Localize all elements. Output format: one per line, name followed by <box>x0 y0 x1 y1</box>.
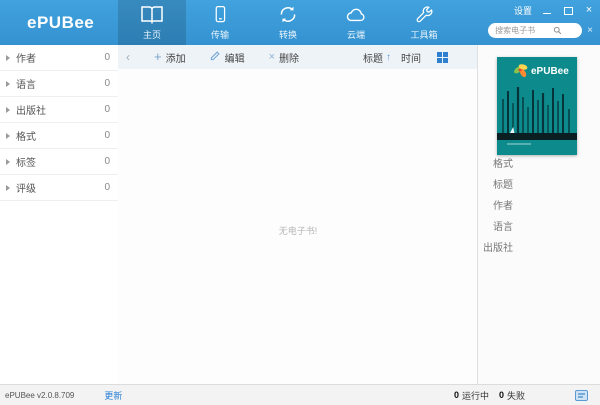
search-clear-icon[interactable]: × <box>587 25 593 36</box>
field-label-author: 作者 <box>493 201 513 212</box>
empty-library-message: 无电子书! <box>278 226 318 236</box>
failed-count: 0 <box>498 390 504 400</box>
cover-title-text: ePUBee <box>531 66 569 77</box>
nav-tab-transfer-label: 传输 <box>210 30 229 40</box>
grid-square <box>443 51 448 57</box>
main-nav: 主页 传输 转换 云端 工具箱 <box>118 0 458 45</box>
minimize-icon <box>543 12 551 14</box>
filter-sidebar: 作者 0 语言 0 出版社 0 格式 0 标签 0 评级 0 <box>0 45 119 385</box>
epubee-window: ePUBee 主页 传输 转换 云端 工具箱 设置 × 搜索电子书 × 作者 0… <box>0 0 600 405</box>
minimize-button[interactable] <box>541 5 553 16</box>
close-button[interactable]: × <box>583 5 595 16</box>
add-button-label: 添加 <box>165 53 186 65</box>
nav-tab-cloud-label: 云端 <box>346 30 365 40</box>
expand-triangle-icon <box>6 184 10 191</box>
transfer-phone-icon <box>210 5 230 29</box>
delete-x-icon: × <box>268 51 276 63</box>
search-box[interactable] <box>488 22 583 40</box>
expand-triangle-icon <box>6 106 10 113</box>
book-cover-placeholder[interactable]: ePUBee <box>497 57 577 155</box>
toolbox-wrench-icon <box>414 5 434 29</box>
maximize-button[interactable] <box>562 5 574 16</box>
sidebar-item-label: 格式 <box>16 132 36 143</box>
back-chevron-icon[interactable]: ‹ <box>126 50 130 64</box>
grid-square <box>437 57 442 63</box>
field-label-format: 格式 <box>493 159 513 170</box>
nav-tab-convert[interactable]: 转换 <box>254 0 322 45</box>
app-logo: ePUBee <box>27 13 95 32</box>
nav-tab-convert-label: 转换 <box>278 30 297 40</box>
sidebar-item-rating[interactable]: 评级 0 <box>0 175 118 201</box>
window-controls: 设置 × <box>514 4 595 17</box>
nav-tab-home[interactable]: 主页 <box>118 0 186 45</box>
grid-view-icon[interactable] <box>437 51 448 63</box>
book-detail-panel: ePUBee 格式 标题 作者 语言 出版社 <box>477 45 600 385</box>
sidebar-item-label: 评级 <box>16 184 36 195</box>
cover-band <box>497 133 577 140</box>
expand-triangle-icon <box>6 158 10 165</box>
expand-triangle-icon <box>6 132 10 139</box>
add-button[interactable]: + 添加 <box>154 50 186 65</box>
sidebar-item-count: 0 <box>104 156 110 167</box>
status-bar: ePUBee v2.0.8.709 更新 0 运行中 0 失败 <box>0 384 600 405</box>
sidebar-item-publisher[interactable]: 出版社 0 <box>0 97 118 123</box>
task-status: 0 运行中 0 失败 <box>454 389 588 402</box>
plus-icon: + <box>154 49 162 64</box>
home-book-icon <box>140 5 164 29</box>
sidebar-item-label: 作者 <box>16 54 36 65</box>
edit-button[interactable]: 编辑 <box>210 50 245 65</box>
grid-square <box>437 51 442 57</box>
failed-label: 失败 <box>506 390 525 401</box>
sort-controls: 标题 ↑ 时间 <box>363 50 448 65</box>
maximize-icon <box>563 6 573 15</box>
task-panel-icon[interactable] <box>575 389 588 401</box>
sidebar-item-tags[interactable]: 标签 0 <box>0 149 118 175</box>
delete-button-label: 删除 <box>279 53 300 65</box>
sidebar-item-label: 语言 <box>16 80 36 91</box>
grid-square <box>443 57 448 63</box>
cloud-icon <box>345 5 367 29</box>
sidebar-item-count: 0 <box>104 130 110 141</box>
nav-tab-toolbox-label: 工具箱 <box>410 30 438 40</box>
running-label: 运行中 <box>461 390 489 401</box>
sort-by-time-button[interactable]: 时间 <box>401 50 421 65</box>
metadata-field-labels: 格式 标题 作者 语言 出版社 <box>478 154 513 259</box>
sidebar-item-count: 0 <box>104 52 110 63</box>
pencil-icon <box>210 50 221 64</box>
nav-tab-home-label: 主页 <box>142 30 161 40</box>
sidebar-item-language[interactable]: 语言 0 <box>0 71 118 97</box>
sidebar-item-label: 标签 <box>16 158 36 169</box>
sidebar-item-count: 0 <box>104 78 110 89</box>
running-count: 0 <box>453 390 459 400</box>
expand-triangle-icon <box>6 54 10 61</box>
edit-button-label: 编辑 <box>224 53 245 65</box>
sort-by-title-button[interactable]: 标题 ↑ <box>363 50 391 65</box>
sidebar-item-count: 0 <box>104 182 110 193</box>
field-label-publisher: 出版社 <box>483 243 513 254</box>
convert-refresh-icon <box>278 5 298 29</box>
book-list-area[interactable]: 无电子书! <box>118 69 478 385</box>
sort-ascending-icon: ↑ <box>386 51 391 63</box>
search-icon[interactable] <box>553 22 562 40</box>
search-input[interactable] <box>495 26 554 35</box>
expand-triangle-icon <box>6 80 10 87</box>
nav-tab-toolbox[interactable]: 工具箱 <box>390 0 458 45</box>
nav-tab-transfer[interactable]: 传输 <box>186 0 254 45</box>
header-bar: ePUBee 主页 传输 转换 云端 工具箱 设置 × 搜索电子书 × <box>0 0 600 45</box>
version-text: ePUBee v2.0.8.709 <box>5 390 75 400</box>
update-link[interactable]: 更新 <box>104 389 122 402</box>
library-toolbar: ‹ + 添加 编辑 × 删除 标题 ↑ 时间 <box>118 45 478 70</box>
sidebar-item-count: 0 <box>104 104 110 115</box>
delete-button[interactable]: × 删除 <box>269 50 299 65</box>
settings-button[interactable]: 设置 <box>514 4 532 17</box>
nav-tab-cloud[interactable]: 云端 <box>322 0 390 45</box>
search-area: × <box>488 23 593 38</box>
sidebar-item-label: 出版社 <box>16 106 46 117</box>
field-label-language: 语言 <box>493 222 513 233</box>
sort-title-label: 标题 <box>363 53 383 65</box>
sidebar-item-format[interactable]: 格式 0 <box>0 123 118 149</box>
field-label-title: 标题 <box>493 180 513 191</box>
sidebar-item-author[interactable]: 作者 0 <box>0 45 118 71</box>
